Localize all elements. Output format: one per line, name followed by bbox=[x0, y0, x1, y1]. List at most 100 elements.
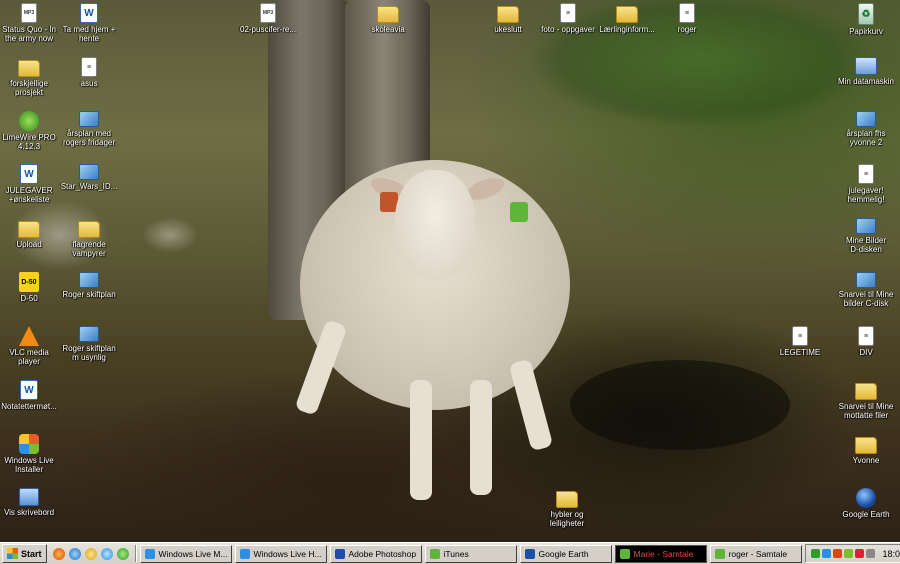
messenger-tray-icon[interactable] bbox=[810, 549, 820, 558]
recycle-bin-icon: ♻ bbox=[858, 3, 874, 25]
desktop-icon-label: Status Quo - In the army now bbox=[2, 25, 56, 43]
desktop-icon[interactable]: VLC media player bbox=[0, 326, 62, 366]
adobe-tray-icon[interactable] bbox=[854, 549, 864, 558]
desktop-icon[interactable]: MP3 Status Quo - In the army now bbox=[0, 3, 62, 43]
desktop-icon[interactable]: LimeWire PRO 4.12.3 bbox=[0, 111, 62, 151]
shortcut-image-icon bbox=[856, 218, 876, 234]
desktop-icon[interactable]: ≡ julegaver! hemmelig! bbox=[833, 164, 899, 204]
desktop-icon[interactable]: MP3 02-puscifer-re... bbox=[235, 3, 301, 34]
desktop-icon-label: D-50 bbox=[20, 294, 38, 303]
desktop-icon[interactable]: Windows Live Installer bbox=[0, 434, 62, 474]
desktop-icon[interactable]: D-50 D-50 bbox=[0, 272, 62, 303]
desktop-icon-label: Upload bbox=[16, 240, 42, 249]
desktop-icon-label: roger bbox=[677, 25, 697, 34]
desktop-icon-label: årsplan fhs yvonne 2 bbox=[846, 129, 886, 147]
task-app-icon bbox=[334, 548, 345, 559]
desktop-icon[interactable]: W JULEGAVER +ønskeliste bbox=[0, 164, 62, 204]
desktop-icon[interactable]: årsplan med rogers fridager bbox=[56, 111, 122, 147]
messenger-icon[interactable] bbox=[116, 547, 129, 560]
desktop-icon-label: hybler og leiligheter bbox=[549, 510, 585, 528]
taskbar-button[interactable]: Google Earth bbox=[519, 544, 612, 563]
mp3-file-icon: MP3 bbox=[260, 3, 276, 23]
desktop-icon[interactable]: Upload bbox=[0, 218, 62, 249]
system-tray: 18:05 bbox=[804, 544, 900, 563]
desktop-icon[interactable]: Star_Wars_ID... bbox=[56, 164, 122, 191]
firefox-icon[interactable] bbox=[52, 547, 65, 560]
shortcut-folder-icon bbox=[855, 383, 877, 400]
taskbar-button-label: Adobe Photoshop bbox=[348, 548, 417, 559]
desktop-icon[interactable]: Lærlinginform... bbox=[594, 3, 660, 34]
desktop-icon[interactable]: Roger skiftplan m usynlig bbox=[56, 326, 122, 362]
desktop-icon-label: ukeslutt bbox=[494, 25, 522, 34]
desktop-icon[interactable]: Snarvei til Mine bilder C-disk bbox=[833, 272, 899, 308]
desktop-icon[interactable]: Snarvei til Mine mottatte filer bbox=[833, 380, 899, 420]
taskbar-button[interactable]: Windows Live H... bbox=[234, 544, 327, 563]
desktop-icon[interactable]: ukeslutt bbox=[475, 3, 541, 34]
desktop-icon-label: julegaver! hemmelig! bbox=[847, 186, 885, 204]
mp3-file-icon: MP3 bbox=[21, 3, 37, 23]
my-computer-icon bbox=[855, 57, 877, 75]
start-label: Start bbox=[21, 548, 42, 559]
desktop-icon[interactable]: Mine Bilder D-disken bbox=[833, 218, 899, 254]
taskbar-button[interactable]: iTunes bbox=[424, 544, 517, 563]
desktop-icon-label: Snarvei til Mine bilder C-disk bbox=[838, 290, 894, 308]
shortcut-image-icon bbox=[856, 272, 876, 288]
desktop-icon[interactable]: flagrende vampyrer bbox=[56, 218, 122, 258]
antivirus-tray-icon[interactable] bbox=[832, 549, 842, 558]
desktop-icon[interactable]: Min datamaskin bbox=[833, 57, 899, 86]
taskbar-button-label: iTunes bbox=[443, 548, 469, 559]
desktop-icon[interactable]: ♻ Papirkurv bbox=[833, 3, 899, 36]
desktop-icon[interactable]: forskjellige prosjekt bbox=[0, 57, 62, 97]
limewire-icon bbox=[19, 111, 39, 131]
task-app-icon bbox=[144, 548, 155, 559]
taskbar-button[interactable]: roger - Samtale bbox=[709, 544, 802, 563]
limewire-tray-icon[interactable] bbox=[843, 549, 853, 558]
desktop-icon[interactable]: W Notatettermøt... bbox=[0, 380, 62, 411]
taskbar-button-label: Google Earth bbox=[538, 548, 589, 559]
desktop-icon[interactable]: ≡ DIV bbox=[833, 326, 899, 357]
image-file-icon bbox=[79, 164, 99, 180]
desktop-icon[interactable]: W Ta med hjem + hente bbox=[56, 3, 122, 43]
google-earth-icon bbox=[856, 488, 876, 508]
windows-flag-icon bbox=[7, 548, 18, 559]
desktop-icon[interactable]: ≡ LEGETIME bbox=[767, 326, 833, 357]
task-app-icon bbox=[429, 548, 440, 559]
outlook-icon[interactable] bbox=[84, 547, 97, 560]
desktop-icon[interactable]: ≡ foto - oppgaver bbox=[535, 3, 601, 34]
image-file-icon bbox=[79, 326, 99, 342]
taskbar-button[interactable]: Adobe Photoshop bbox=[329, 544, 422, 563]
task-app-icon bbox=[524, 548, 535, 559]
clock[interactable]: 18:05 bbox=[883, 549, 900, 559]
word-document-icon: W bbox=[20, 164, 38, 184]
desktop-wallpaper: MP3 Status Quo - In the army now W Ta med h… bbox=[0, 0, 900, 542]
task-app-icon bbox=[239, 548, 250, 559]
desktop-icon-label: flagrende vampyrer bbox=[72, 240, 106, 258]
desktop-icon[interactable]: ≡ asus bbox=[56, 57, 122, 88]
network-tray-icon[interactable] bbox=[821, 549, 831, 558]
taskbar-button-label: roger - Samtale bbox=[728, 548, 788, 559]
desktop-icon[interactable]: Yvonne bbox=[833, 434, 899, 465]
desktop-icon-label: JULEGAVER +ønskeliste bbox=[5, 186, 53, 204]
desktop-icon-label: Min datamaskin bbox=[837, 77, 895, 86]
desktop-icon[interactable]: Google Earth bbox=[833, 488, 899, 519]
desktop-icon[interactable]: Vis skrivebord bbox=[0, 488, 62, 517]
desktop-icon[interactable]: skoleavia bbox=[355, 3, 421, 34]
windows-live-icon bbox=[19, 434, 39, 454]
desktop-icon-label: VLC media player bbox=[9, 348, 49, 366]
start-button[interactable]: Start bbox=[2, 544, 47, 563]
media-icon[interactable] bbox=[100, 547, 113, 560]
folder-icon bbox=[855, 437, 877, 454]
image-file-icon bbox=[79, 272, 99, 288]
volume-tray-icon[interactable] bbox=[865, 549, 875, 558]
taskbar-button[interactable]: Windows Live M... bbox=[139, 544, 232, 563]
taskbar-button[interactable]: Marie - Samtale bbox=[614, 544, 707, 563]
desktop-icon[interactable]: Roger skiftplan bbox=[56, 272, 122, 299]
desktop-icon[interactable]: ≡ roger bbox=[654, 3, 720, 34]
taskbar-button-label: Windows Live H... bbox=[253, 548, 322, 559]
ie-icon[interactable] bbox=[68, 547, 81, 560]
desktop-icon[interactable]: hybler og leiligheter bbox=[534, 488, 600, 528]
desktop-icon-label: LimeWire PRO 4.12.3 bbox=[2, 133, 56, 151]
desktop-icon-label: Lærlinginform... bbox=[599, 25, 655, 34]
document-icon: ≡ bbox=[679, 3, 695, 23]
desktop-icon[interactable]: årsplan fhs yvonne 2 bbox=[833, 111, 899, 147]
